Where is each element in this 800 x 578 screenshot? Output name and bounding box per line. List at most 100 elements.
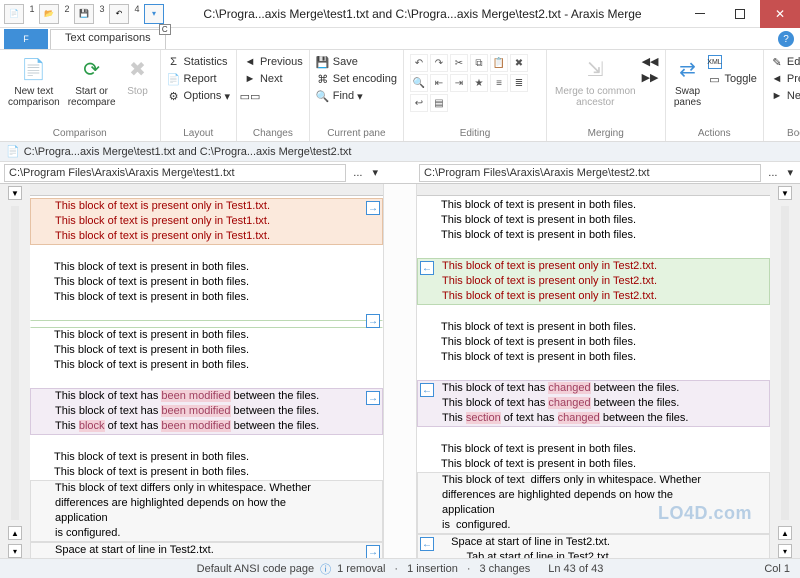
right-path-menu[interactable]: ...: [765, 167, 780, 179]
right-space-block: ← Space at start of line in Test2.txt. T…: [417, 534, 770, 558]
close-button[interactable]: ✕: [760, 0, 800, 28]
pencil-icon: ✎: [770, 55, 784, 69]
diff-line: Space at start of line in Test2.txt.: [418, 535, 769, 550]
start-recompare-button[interactable]: ⟳ Start or recompare: [66, 54, 118, 110]
toggle-button[interactable]: ▭Toggle: [708, 71, 757, 87]
diff-line: This block of text is present only in Te…: [31, 214, 382, 229]
window-title: C:\Progra...axis Merge\test1.txt and C:\…: [165, 7, 680, 21]
right-path-dropdown[interactable]: ▾: [784, 166, 796, 179]
diff-line: application: [418, 503, 769, 518]
breadcrumb-text: C:\Progra...axis Merge\test1.txt and C:\…: [24, 146, 352, 158]
group-merging-label: Merging: [553, 128, 659, 139]
report-button[interactable]: 📄Report: [167, 71, 230, 87]
right-path-cell: ... ▾: [415, 162, 800, 183]
gutter-bot-icon[interactable]: ▲: [778, 526, 792, 540]
right-pane[interactable]: This block of text is present in both fi…: [417, 184, 770, 558]
swap-panes-button[interactable]: ⇄ Swap panes: [672, 54, 704, 110]
diff-line: This block of text is present in both fi…: [30, 275, 383, 290]
gutter-end-icon[interactable]: ▾: [8, 544, 22, 558]
maximize-button[interactable]: [720, 0, 760, 28]
delete-icon[interactable]: ✖: [510, 54, 528, 72]
qat-undo-icon[interactable]: ↶: [109, 4, 129, 24]
left-pane[interactable]: → This block of text is present only in …: [30, 184, 383, 558]
search-icon: 🔍: [316, 89, 330, 103]
list2-icon[interactable]: ≣: [510, 74, 528, 92]
left-path-dropdown[interactable]: ▾: [369, 166, 381, 179]
left-path-input[interactable]: [4, 164, 346, 182]
next-change-button[interactable]: ►Next: [243, 71, 303, 87]
zoom-icon[interactable]: 🔍: [410, 74, 428, 92]
file-tab[interactable]: F: [4, 29, 48, 49]
diff-line: differences are highlighted depends on h…: [31, 496, 382, 511]
merge-right-icon[interactable]: →: [366, 314, 380, 328]
status-bar: Default ANSI code page ⓘ 1 removal 1 ins…: [0, 558, 800, 578]
qat-save-icon[interactable]: 💾: [74, 4, 94, 24]
document-icon: 📄: [6, 145, 20, 158]
qat-num-4: 4: [130, 4, 144, 24]
right-modified-block: ← This block of text has changed between…: [417, 380, 770, 427]
minimize-button[interactable]: [680, 0, 720, 28]
right-path-input[interactable]: [419, 164, 761, 182]
new-text-comparison-button[interactable]: 📄 New text comparison: [6, 54, 62, 110]
diff-line: This block of text is present in both fi…: [417, 213, 770, 228]
indent-right-icon[interactable]: ⇥: [450, 74, 468, 92]
options-button[interactable]: ⚙Options▾: [167, 88, 230, 104]
ruler-icon[interactable]: ▤: [430, 94, 448, 112]
gutter-end-icon[interactable]: ▾: [778, 544, 792, 558]
copy-icon[interactable]: ⧉: [470, 54, 488, 72]
right-overview-gutter[interactable]: ▼ ▲ ▾: [770, 184, 800, 558]
toggle-label: Toggle: [725, 73, 757, 85]
gutter-top-icon[interactable]: ▼: [8, 186, 22, 200]
right-added-block: ← This block of text is present only in …: [417, 258, 770, 305]
swap-label: Swap panes: [674, 86, 701, 108]
bookmark-icon[interactable]: ★: [470, 74, 488, 92]
save-button[interactable]: 💾Save: [316, 54, 397, 70]
left-path-menu[interactable]: ...: [350, 167, 365, 179]
next-bookmark-button[interactable]: ►Next: [770, 88, 800, 104]
statistics-button[interactable]: ΣStatistics: [167, 54, 230, 70]
status-insertions: 1 insertion: [407, 563, 458, 575]
gutter-bot-icon[interactable]: ▲: [8, 526, 22, 540]
right-whitespace-block: This block of text differs only in white…: [417, 472, 770, 534]
find-button[interactable]: 🔍Find▾: [316, 88, 397, 104]
wrap-icon[interactable]: ↩: [410, 94, 428, 112]
redo-icon[interactable]: ↷: [430, 54, 448, 72]
list-icon[interactable]: ≡: [490, 74, 508, 92]
left-overview-gutter[interactable]: ▼ ▲ ▾: [0, 184, 30, 558]
prev-bookmark-button[interactable]: ◄Previous: [770, 71, 800, 87]
merge-label: Merge to common ancestor: [555, 86, 636, 108]
edit-comment-button[interactable]: ✎Edit comment: [770, 54, 800, 70]
prev-change-button[interactable]: ◄Previous: [243, 54, 303, 70]
changes-panes-button[interactable]: ▭▭: [243, 88, 303, 104]
window-buttons: ✕: [680, 0, 800, 28]
gutter-top-icon[interactable]: ▼: [778, 186, 792, 200]
qat-num-3: 3: [95, 4, 109, 24]
stats-icon: Σ: [167, 55, 181, 69]
indent-left-icon[interactable]: ⇤: [430, 74, 448, 92]
left-path-cell: ... ▾: [0, 162, 385, 183]
diff-line: This block of text differs only in white…: [31, 481, 382, 496]
merge-right-icon[interactable]: ▶▶: [642, 70, 659, 85]
qat-new-icon[interactable]: 📄: [4, 4, 24, 24]
cut-icon[interactable]: ✂: [450, 54, 468, 72]
group-actions: ⇄ Swap panes XML ▭Toggle Actions: [666, 50, 764, 141]
toggle-icon: ▭: [708, 72, 722, 86]
paste-icon[interactable]: 📋: [490, 54, 508, 72]
merge-left-icon[interactable]: ◀◀: [642, 54, 659, 69]
tab-text-comparisons[interactable]: Text comparisons C: [50, 29, 166, 49]
save-label: Save: [333, 56, 358, 68]
undo-icon[interactable]: ↶: [410, 54, 428, 72]
diff-area: ▼ ▲ ▾ → This block of text is present on…: [0, 184, 800, 558]
diff-line: application: [31, 511, 382, 526]
diff-line: This block of text is present only in Te…: [31, 199, 382, 214]
recompare-label: Start or recompare: [68, 86, 116, 108]
qat-open-icon[interactable]: 📂: [39, 4, 59, 24]
xml-button[interactable]: XML: [708, 54, 757, 70]
qat-dropdown-icon[interactable]: ▾: [144, 4, 164, 24]
qat-num-2: 2: [60, 4, 74, 24]
diff-line: This block of text is present in both fi…: [417, 320, 770, 335]
set-encoding-button[interactable]: ⌘Set encoding: [316, 71, 397, 87]
help-icon[interactable]: ?: [778, 31, 794, 47]
breadcrumb: 📄 C:\Progra...axis Merge\test1.txt and C…: [0, 142, 800, 162]
edit-comment-label: Edit comment: [787, 56, 800, 68]
